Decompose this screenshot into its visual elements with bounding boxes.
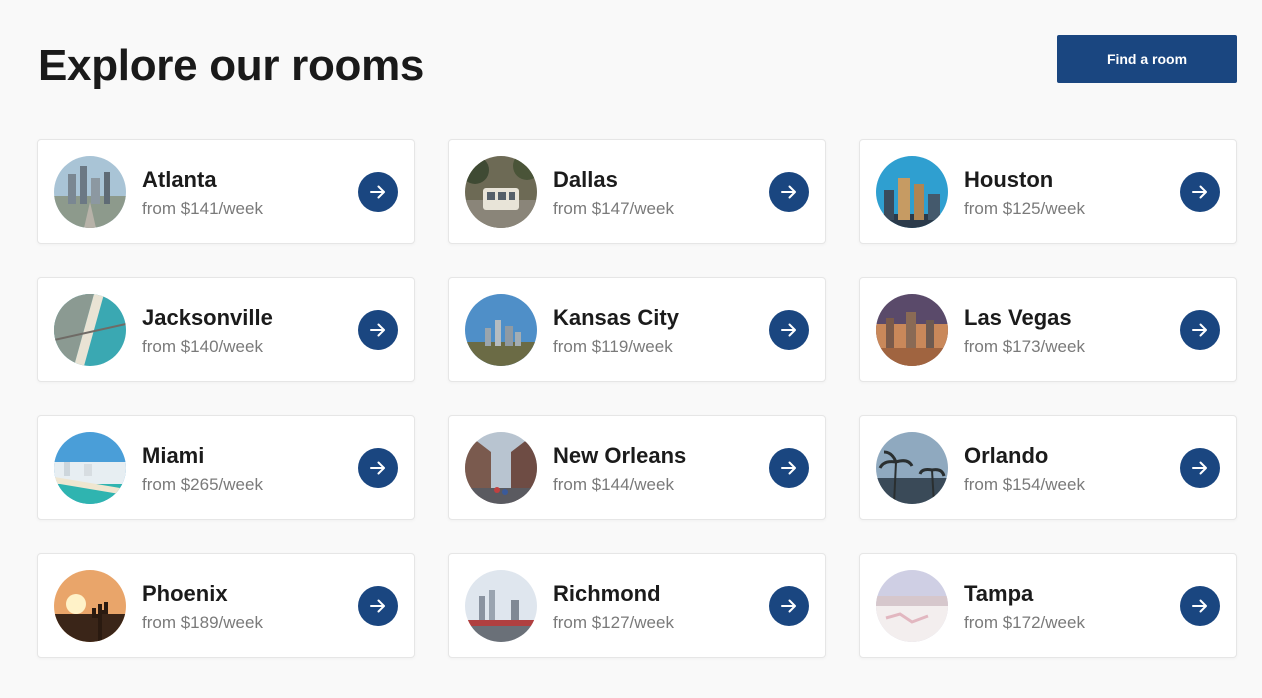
arrow-right-icon[interactable] <box>358 586 398 626</box>
city-price: from $140/week <box>142 337 263 356</box>
room-card-las-vegas[interactable]: Las Vegas from $173/week <box>859 277 1237 382</box>
room-card-miami[interactable]: Miami from $265/week <box>37 415 415 520</box>
room-card-richmond[interactable]: Richmond from $127/week <box>448 553 826 658</box>
arrow-right-icon[interactable] <box>769 448 809 488</box>
city-name: Houston <box>964 167 1054 192</box>
city-photo <box>465 432 537 504</box>
arrow-right-icon[interactable] <box>769 172 809 212</box>
city-photo <box>876 432 948 504</box>
city-name: Richmond <box>553 581 661 606</box>
arrow-right-icon[interactable] <box>1180 586 1220 626</box>
city-photo <box>54 432 126 504</box>
room-card-new-orleans[interactable]: New Orleans from $144/week <box>448 415 826 520</box>
room-card-phoenix[interactable]: Phoenix from $189/week <box>37 553 415 658</box>
city-name: Las Vegas <box>964 305 1072 330</box>
city-price: from $172/week <box>964 613 1085 632</box>
city-price: from $144/week <box>553 475 674 494</box>
arrow-right-icon[interactable] <box>1180 172 1220 212</box>
city-name: Kansas City <box>553 305 679 330</box>
city-price: from $125/week <box>964 199 1085 218</box>
city-name: Atlanta <box>142 167 217 192</box>
arrow-right-icon[interactable] <box>1180 448 1220 488</box>
room-card-jacksonville[interactable]: Jacksonville from $140/week <box>37 277 415 382</box>
arrow-right-icon[interactable] <box>358 310 398 350</box>
room-card-dallas[interactable]: Dallas from $147/week <box>448 139 826 244</box>
arrow-right-icon[interactable] <box>358 172 398 212</box>
room-card-atlanta[interactable]: Atlanta from $141/week <box>37 139 415 244</box>
city-name: Phoenix <box>142 581 228 606</box>
city-photo <box>465 156 537 228</box>
city-photo <box>465 570 537 642</box>
city-price: from $141/week <box>142 199 263 218</box>
arrow-right-icon[interactable] <box>769 586 809 626</box>
city-price: from $189/week <box>142 613 263 632</box>
rooms-grid: Atlanta from $141/week Dallas from $147/… <box>37 139 1237 658</box>
city-name: Dallas <box>553 167 618 192</box>
city-photo <box>876 294 948 366</box>
city-name: Miami <box>142 443 205 468</box>
arrow-right-icon[interactable] <box>358 448 398 488</box>
city-price: from $265/week <box>142 475 263 494</box>
room-card-houston[interactable]: Houston from $125/week <box>859 139 1237 244</box>
city-price: from $127/week <box>553 613 674 632</box>
city-photo <box>54 294 126 366</box>
room-card-tampa[interactable]: Tampa from $172/week <box>859 553 1237 658</box>
city-photo <box>465 294 537 366</box>
room-card-kansas-city[interactable]: Kansas City from $119/week <box>448 277 826 382</box>
city-price: from $119/week <box>553 337 673 356</box>
city-name: Jacksonville <box>142 305 273 330</box>
find-a-room-button[interactable]: Find a room <box>1057 35 1237 83</box>
room-card-orlando[interactable]: Orlando from $154/week <box>859 415 1237 520</box>
arrow-right-icon[interactable] <box>1180 310 1220 350</box>
city-price: from $154/week <box>964 475 1085 494</box>
arrow-right-icon[interactable] <box>769 310 809 350</box>
city-price: from $147/week <box>553 199 674 218</box>
city-photo <box>876 156 948 228</box>
city-photo <box>876 570 948 642</box>
city-photo <box>54 156 126 228</box>
page-title: Explore our rooms <box>38 41 425 90</box>
city-photo <box>54 570 126 642</box>
city-name: Tampa <box>964 581 1034 606</box>
city-name: New Orleans <box>553 443 687 468</box>
city-name: Orlando <box>964 443 1049 468</box>
city-price: from $173/week <box>964 337 1085 356</box>
